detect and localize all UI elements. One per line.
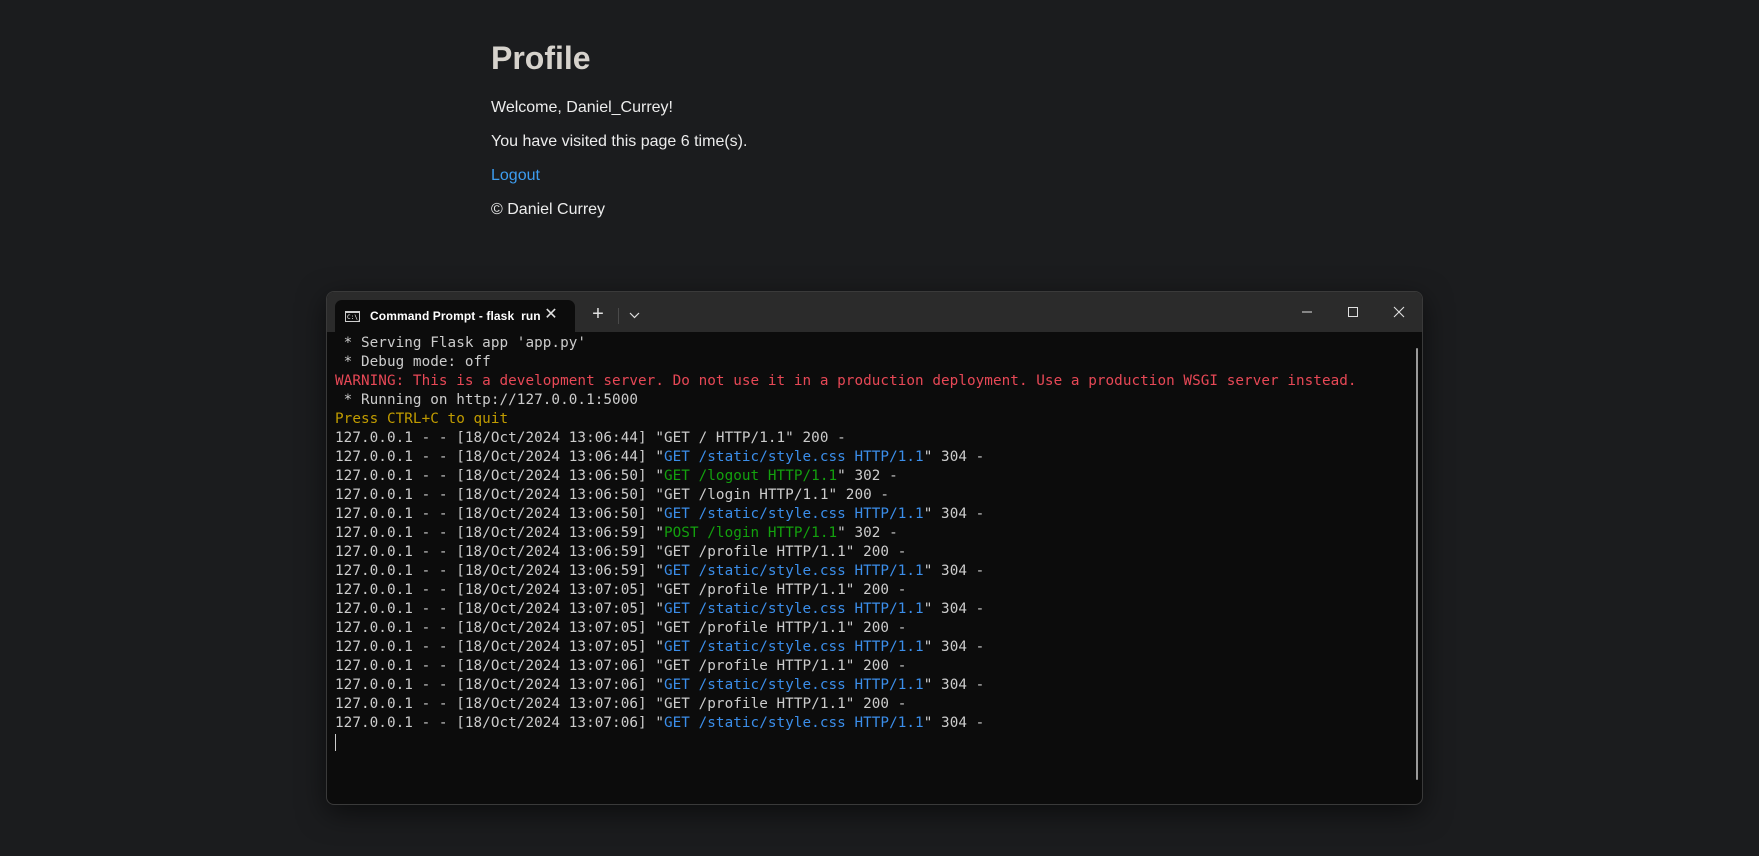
terminal-line: 127.0.0.1 - - [18/Oct/2024 13:06:59] "GE… (335, 562, 1408, 581)
terminal-text-segment: 127.0.0.1 - - [18/Oct/2024 13:07:05] "GE… (335, 620, 907, 636)
terminal-text-segment: 127.0.0.1 - - [18/Oct/2024 13:06:59] " (335, 525, 664, 541)
tab-dropdown-button[interactable] (623, 300, 647, 330)
scrollbar[interactable] (1416, 348, 1418, 780)
terminal-text-segment: * Running on http://127.0.0.1:5000 (335, 392, 639, 408)
terminal-text-segment: " 304 - (923, 563, 985, 579)
terminal-line: 127.0.0.1 - - [18/Oct/2024 13:06:59] "PO… (335, 524, 1408, 543)
chevron-down-icon (629, 312, 640, 319)
terminal-line: 127.0.0.1 - - [18/Oct/2024 13:06:50] "GE… (335, 467, 1408, 486)
visit-count-message: You have visited this page 6 time(s). (491, 133, 748, 150)
terminal-text-segment: 127.0.0.1 - - [18/Oct/2024 13:07:05] " (335, 639, 664, 655)
terminal-line: 127.0.0.1 - - [18/Oct/2024 13:06:44] "GE… (335, 429, 1408, 448)
terminal-text-segment: 127.0.0.1 - - [18/Oct/2024 13:07:05] " (335, 601, 664, 617)
terminal-text-segment: GET /static/style.css HTTP/1.1 (663, 563, 924, 579)
terminal-text-segment: 127.0.0.1 - - [18/Oct/2024 13:06:50] "GE… (335, 487, 890, 503)
terminal-text-segment: 127.0.0.1 - - [18/Oct/2024 13:06:59] "GE… (335, 544, 907, 560)
terminal-text-segment: GET /static/style.css HTTP/1.1 (663, 639, 924, 655)
terminal-line: 127.0.0.1 - - [18/Oct/2024 13:07:05] "GE… (335, 638, 1408, 657)
close-icon (1393, 306, 1405, 318)
terminal-text-segment: Press CTRL+C to quit (335, 411, 509, 427)
terminal-text-segment: GET /static/style.css HTTP/1.1 (663, 449, 924, 465)
terminal-line: 127.0.0.1 - - [18/Oct/2024 13:06:44] "GE… (335, 448, 1408, 467)
terminal-text-segment: 127.0.0.1 - - [18/Oct/2024 13:07:05] "GE… (335, 582, 907, 598)
terminal-text-segment: WARNING: This is a development server. D… (335, 373, 1357, 389)
terminal-text-segment: " 304 - (923, 506, 985, 522)
terminal-text-segment: GET /logout HTTP/1.1 (663, 468, 838, 484)
terminal-text-segment: " 304 - (923, 639, 985, 655)
terminal-line: 127.0.0.1 - - [18/Oct/2024 13:06:50] "GE… (335, 486, 1408, 505)
minimize-button[interactable] (1284, 292, 1330, 332)
welcome-message: Welcome, Daniel_Currey! (491, 99, 673, 116)
tab-title: Command Prompt - flask run (370, 309, 541, 323)
terminal-text-segment: 127.0.0.1 - - [18/Oct/2024 13:07:06] " (335, 677, 664, 693)
logout-link[interactable]: Logout (491, 166, 747, 186)
page-title: Profile (491, 40, 591, 76)
terminal-text-segment: 127.0.0.1 - - [18/Oct/2024 13:06:44] "GE… (335, 430, 846, 446)
terminal-line: 127.0.0.1 - - [18/Oct/2024 13:06:50] "GE… (335, 505, 1408, 524)
profile-page: Profile Welcome, Daniel_Currey! You have… (491, 30, 747, 220)
terminal-text-segment: " 304 - (923, 677, 985, 693)
close-tab-icon[interactable]: ✕ (541, 305, 561, 325)
terminal-text-segment: " 304 - (923, 715, 985, 731)
terminal-text-segment: 127.0.0.1 - - [18/Oct/2024 13:07:06] " (335, 715, 664, 731)
footer-copyright: © Daniel Currey (491, 201, 606, 218)
terminal-line: * Serving Flask app 'app.py' (335, 334, 1408, 353)
tab-divider (618, 308, 619, 324)
terminal-line: 127.0.0.1 - - [18/Oct/2024 13:07:05] "GE… (335, 619, 1408, 638)
tab-command-prompt[interactable]: C:\_ Command Prompt - flask run ✕ (335, 300, 575, 332)
terminal-text-segment: " 304 - (923, 449, 985, 465)
terminal-line: 127.0.0.1 - - [18/Oct/2024 13:07:06] "GE… (335, 695, 1408, 714)
text-cursor (335, 733, 336, 751)
terminal-output[interactable]: * Serving Flask app 'app.py' * Debug mod… (335, 334, 1408, 800)
close-window-button[interactable] (1376, 292, 1422, 332)
terminal-text-segment: " 304 - (923, 601, 985, 617)
maximize-button[interactable] (1330, 292, 1376, 332)
terminal-text-segment: 127.0.0.1 - - [18/Oct/2024 13:07:06] "GE… (335, 658, 907, 674)
terminal-text-segment: GET /static/style.css HTTP/1.1 (663, 677, 924, 693)
prompt-line[interactable] (335, 733, 1408, 752)
terminal-text-segment: POST /login HTTP/1.1 (663, 525, 838, 541)
terminal-line: 127.0.0.1 - - [18/Oct/2024 13:07:06] "GE… (335, 657, 1408, 676)
new-tab-button[interactable]: + (583, 300, 613, 330)
cmd-icon: C:\_ (345, 310, 360, 322)
maximize-icon (1348, 307, 1358, 317)
terminal-text-segment: 127.0.0.1 - - [18/Oct/2024 13:06:59] " (335, 563, 664, 579)
terminal-text-segment: " 302 - (837, 468, 898, 484)
terminal-line: * Running on http://127.0.0.1:5000 (335, 391, 1408, 410)
terminal-text-segment: " 302 - (837, 525, 898, 541)
terminal-text-segment: 127.0.0.1 - - [18/Oct/2024 13:06:44] " (335, 449, 664, 465)
title-bar[interactable]: C:\_ Command Prompt - flask run ✕ + (327, 292, 1422, 332)
terminal-line: 127.0.0.1 - - [18/Oct/2024 13:07:06] "GE… (335, 714, 1408, 733)
minimize-icon (1302, 311, 1312, 313)
terminal-text-segment: GET /static/style.css HTTP/1.1 (663, 506, 924, 522)
terminal-text-segment: 127.0.0.1 - - [18/Oct/2024 13:06:50] " (335, 506, 664, 522)
terminal-text-segment: GET /static/style.css HTTP/1.1 (663, 715, 924, 731)
terminal-text-segment: * Debug mode: off (335, 354, 491, 370)
terminal-line: 127.0.0.1 - - [18/Oct/2024 13:07:06] "GE… (335, 676, 1408, 695)
terminal-line: 127.0.0.1 - - [18/Oct/2024 13:07:05] "GE… (335, 600, 1408, 619)
terminal-line: Press CTRL+C to quit (335, 410, 1408, 429)
terminal-line: 127.0.0.1 - - [18/Oct/2024 13:07:05] "GE… (335, 581, 1408, 600)
terminal-text-segment: GET /static/style.css HTTP/1.1 (663, 601, 924, 617)
terminal-text-segment: * Serving Flask app 'app.py' (335, 335, 587, 351)
terminal-text-segment: 127.0.0.1 - - [18/Oct/2024 13:06:50] " (335, 468, 664, 484)
terminal-window: C:\_ Command Prompt - flask run ✕ + * Se… (326, 291, 1423, 805)
terminal-line: 127.0.0.1 - - [18/Oct/2024 13:06:59] "GE… (335, 543, 1408, 562)
terminal-line: * Debug mode: off (335, 353, 1408, 372)
terminal-line: WARNING: This is a development server. D… (335, 372, 1408, 391)
terminal-text-segment: 127.0.0.1 - - [18/Oct/2024 13:07:06] "GE… (335, 696, 907, 712)
